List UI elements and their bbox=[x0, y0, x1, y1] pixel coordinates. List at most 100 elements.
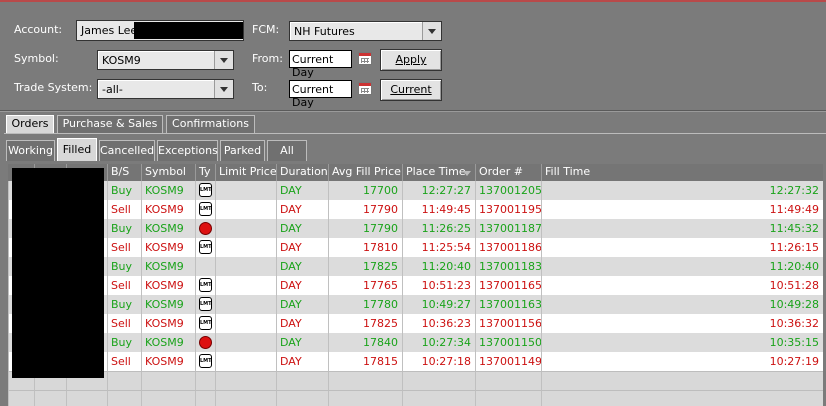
from-label: From: bbox=[252, 52, 283, 65]
cell-empty bbox=[107, 371, 141, 390]
cell-order-no: 137001186 bbox=[475, 238, 542, 257]
apply-button[interactable]: Apply bbox=[380, 49, 442, 71]
cell-empty bbox=[195, 390, 215, 406]
fcm-dropdown[interactable]: NH Futures bbox=[289, 21, 442, 41]
symbol-dropdown[interactable]: KOSM9 bbox=[97, 50, 234, 70]
table-row[interactable]: Sell KOSM9 LMT DAY 17765 10:51:23 137001165 10:… bbox=[8, 276, 823, 295]
cell-type bbox=[195, 257, 215, 276]
cell-fill-time: 10:35:15 bbox=[541, 333, 823, 352]
cell-limit-price bbox=[215, 276, 276, 295]
cell-empty bbox=[276, 371, 328, 390]
tab-filled[interactable]: Filled bbox=[57, 138, 97, 161]
limit-order-icon: LMT bbox=[199, 354, 212, 368]
cell-fill-time: 10:27:19 bbox=[541, 352, 823, 371]
cell-type: LMT bbox=[195, 276, 215, 295]
cell-empty bbox=[402, 371, 475, 390]
limit-order-icon: LMT bbox=[199, 183, 212, 197]
tab-parked[interactable]: Parked bbox=[220, 140, 265, 161]
tab-all[interactable]: All bbox=[267, 140, 307, 161]
cell-avg-fill: 17700 bbox=[328, 181, 402, 200]
table-row[interactable]: Buy KOSM9 DAY 17825 11:20:40 137001183 11:20:4… bbox=[8, 257, 823, 276]
cell-symbol: KOSM9 bbox=[141, 295, 195, 314]
cell-side: Buy bbox=[107, 333, 141, 352]
table-row[interactable]: Sell KOSM9 LMT DAY 17815 10:27:18 137001149 10:… bbox=[8, 352, 823, 371]
cell-side: Buy bbox=[107, 181, 141, 200]
grid-left-margin bbox=[0, 164, 8, 406]
cell-type: LMT bbox=[195, 352, 215, 371]
cell-order-no: 137001163 bbox=[475, 295, 542, 314]
current-button[interactable]: Current bbox=[380, 79, 442, 101]
table-row[interactable]: Buy KOSM9 LMT DAY 17780 10:49:27 137001163 10:4… bbox=[8, 295, 823, 314]
cell-limit-price bbox=[215, 333, 276, 352]
cell-duration: DAY bbox=[276, 257, 328, 276]
cell-place-time: 10:27:34 bbox=[402, 333, 475, 352]
cell-order-no: 137001156 bbox=[475, 314, 542, 333]
calendar-icon[interactable] bbox=[358, 82, 372, 95]
cell-side: Buy bbox=[107, 219, 141, 238]
orders-grid[interactable]: B/S Symbol Ty Limit Price Duration Avg F… bbox=[8, 164, 823, 406]
cell-side: Buy bbox=[107, 295, 141, 314]
tab-working[interactable]: Working bbox=[6, 140, 55, 161]
chevron-down-icon[interactable] bbox=[214, 51, 233, 69]
table-row[interactable]: Sell KOSM9 LMT DAY 17810 11:25:54 137001186 11:… bbox=[8, 238, 823, 257]
cell-empty bbox=[107, 390, 141, 406]
cell-empty bbox=[328, 390, 402, 406]
column-header-limit-price[interactable]: Limit Price bbox=[215, 164, 276, 181]
calendar-icon[interactable] bbox=[358, 52, 372, 65]
cell-empty bbox=[328, 371, 402, 390]
column-header-avg-fill-price[interactable]: Avg Fill Price bbox=[328, 164, 402, 181]
column-header-duration[interactable]: Duration bbox=[276, 164, 328, 181]
trade-system-dropdown[interactable]: -all- bbox=[97, 79, 234, 99]
chevron-down-icon[interactable] bbox=[422, 22, 441, 40]
tab-orders[interactable]: Orders bbox=[6, 115, 54, 133]
tab-exceptions[interactable]: Exceptions bbox=[157, 140, 218, 161]
cell-empty bbox=[195, 371, 215, 390]
column-header-bs[interactable]: B/S bbox=[107, 164, 141, 181]
cell-side: Sell bbox=[107, 238, 141, 257]
window-top-border bbox=[0, 0, 826, 2]
cell-place-time: 11:49:45 bbox=[402, 200, 475, 219]
tab-cancelled[interactable]: Cancelled bbox=[99, 140, 155, 161]
cell-symbol: KOSM9 bbox=[141, 238, 195, 257]
cell-type: LMT bbox=[195, 314, 215, 333]
table-row[interactable]: Buy KOSM9 DAY 17840 10:27:34 137001150 10:35:1… bbox=[8, 333, 823, 352]
table-row[interactable]: Buy KOSM9 LMT DAY 17700 12:27:27 137001205 12:2… bbox=[8, 181, 823, 200]
column-header-place-time[interactable]: Place Time bbox=[402, 164, 475, 181]
cell-side: Sell bbox=[107, 200, 141, 219]
cell-limit-price bbox=[215, 181, 276, 200]
limit-order-icon: LMT bbox=[199, 297, 212, 311]
cell-place-time: 10:49:27 bbox=[402, 295, 475, 314]
order-window: Account: James Lee FCM: NH Futures Symbo… bbox=[0, 0, 826, 406]
cell-avg-fill: 17825 bbox=[328, 314, 402, 333]
cell-limit-price bbox=[215, 219, 276, 238]
stop-order-icon bbox=[199, 222, 212, 235]
account-redaction bbox=[134, 22, 243, 39]
cell-avg-fill: 17790 bbox=[328, 200, 402, 219]
column-header-symbol[interactable]: Symbol bbox=[141, 164, 195, 181]
cell-order-no: 137001187 bbox=[475, 219, 542, 238]
cell-side: Sell bbox=[107, 276, 141, 295]
account-field[interactable]: James Lee bbox=[76, 20, 244, 41]
cell-duration: DAY bbox=[276, 352, 328, 371]
tab-confirmations[interactable]: Confirmations bbox=[166, 115, 255, 133]
cell-order-no: 137001195 bbox=[475, 200, 542, 219]
column-header-type[interactable]: Ty bbox=[195, 164, 215, 181]
trade-system-value: -all- bbox=[102, 83, 123, 96]
table-row[interactable]: Sell KOSM9 LMT DAY 17790 11:49:45 137001195 11:… bbox=[8, 200, 823, 219]
current-button-label: Current bbox=[390, 83, 432, 96]
column-header-fill-time[interactable]: Fill Time bbox=[541, 164, 823, 181]
to-date-input[interactable]: Current Day bbox=[289, 80, 352, 109]
limit-order-icon: LMT bbox=[199, 202, 212, 216]
table-row[interactable] bbox=[8, 390, 823, 406]
cell-order-no: 137001183 bbox=[475, 257, 542, 276]
tab-purchase-sales[interactable]: Purchase & Sales bbox=[57, 115, 163, 133]
table-row[interactable]: Buy KOSM9 DAY 17790 11:26:25 137001187 11:45:3… bbox=[8, 219, 823, 238]
chevron-down-icon[interactable] bbox=[214, 80, 233, 98]
table-row[interactable]: Sell KOSM9 LMT DAY 17825 10:36:23 137001156 10:… bbox=[8, 314, 823, 333]
table-row[interactable] bbox=[8, 371, 823, 390]
to-label: To: bbox=[252, 81, 268, 94]
from-date-input[interactable]: Current Day bbox=[289, 50, 352, 79]
column-header-order-no[interactable]: Order # bbox=[475, 164, 541, 181]
cell-avg-fill: 17810 bbox=[328, 238, 402, 257]
cell-symbol: KOSM9 bbox=[141, 314, 195, 333]
